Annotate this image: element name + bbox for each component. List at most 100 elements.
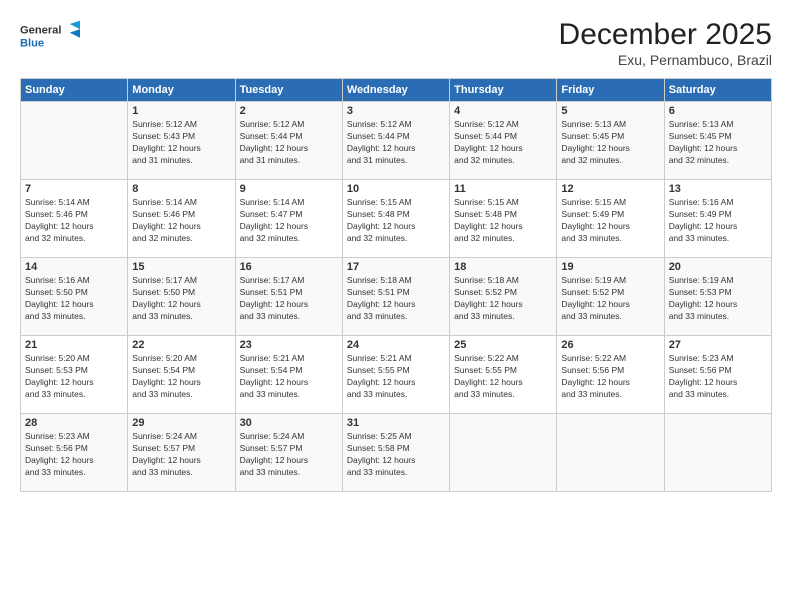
day-info: Sunrise: 5:19 AM Sunset: 5:53 PM Dayligh… (669, 275, 767, 323)
table-row: 28Sunrise: 5:23 AM Sunset: 5:56 PM Dayli… (21, 414, 128, 492)
table-row: 12 Sunrise: 5:15 AM Sunset: 5:49 PM Dayli… (557, 180, 664, 258)
table-row: 30 Sunrise: 5:24 AM Sunset: 5:57 PM Dayli… (235, 414, 342, 492)
day-number: 29 (132, 417, 230, 429)
day-info: Sunrise: 5:24 AM Sunset: 5:57 PM Dayligh… (132, 431, 230, 479)
day-info: Sunrise: 5:12 AM Sunset: 5:44 PM Dayligh… (347, 119, 445, 167)
table-row: 21Sunrise: 5:20 AM Sunset: 5:53 PM Dayli… (21, 336, 128, 414)
day-info: Sunrise: 5:14 AM Sunset: 5:46 PM Dayligh… (132, 197, 230, 245)
table-row: 9Sunrise: 5:14 AM Sunset: 5:47 PM Daylig… (235, 180, 342, 258)
day-info: Sunrise: 5:15 AM Sunset: 5:48 PM Dayligh… (454, 197, 552, 245)
table-row: 1Sunrise: 5:12 AM Sunset: 5:43 PM Daylig… (128, 102, 235, 180)
table-row: 8 Sunrise: 5:14 AM Sunset: 5:46 PM Daylig… (128, 180, 235, 258)
table-row: 4Sunrise: 5:12 AM Sunset: 5:44 PM Daylig… (450, 102, 557, 180)
table-row (664, 414, 771, 492)
day-number: 18 (454, 261, 552, 273)
day-info: Sunrise: 5:17 AM Sunset: 5:51 PM Dayligh… (240, 275, 338, 323)
table-row: 13 Sunrise: 5:16 AM Sunset: 5:49 PM Dayli… (664, 180, 771, 258)
page: General Blue December 2025 Exu, Pernambu… (0, 0, 792, 612)
day-number: 26 (561, 339, 659, 351)
day-info: Sunrise: 5:17 AM Sunset: 5:50 PM Dayligh… (132, 275, 230, 323)
day-info: Sunrise: 5:14 AM Sunset: 5:46 PM Dayligh… (25, 197, 123, 245)
day-info: Sunrise: 5:23 AM Sunset: 5:56 PM Dayligh… (669, 353, 767, 401)
table-row: 11 Sunrise: 5:15 AM Sunset: 5:48 PM Dayli… (450, 180, 557, 258)
subtitle: Exu, Pernambuco, Brazil (559, 52, 772, 68)
day-info: Sunrise: 5:20 AM Sunset: 5:54 PM Dayligh… (132, 353, 230, 401)
day-number: 15 (132, 261, 230, 273)
day-number: 10 (347, 183, 445, 195)
table-row: 18 Sunrise: 5:18 AM Sunset: 5:52 PM Dayli… (450, 258, 557, 336)
table-row: 26 Sunrise: 5:22 AM Sunset: 5:56 PM Dayli… (557, 336, 664, 414)
table-row: 22 Sunrise: 5:20 AM Sunset: 5:54 PM Dayli… (128, 336, 235, 414)
day-info: Sunrise: 5:19 AM Sunset: 5:52 PM Dayligh… (561, 275, 659, 323)
table-row: 19 Sunrise: 5:19 AM Sunset: 5:52 PM Dayli… (557, 258, 664, 336)
table-row: 31 Sunrise: 5:25 AM Sunset: 5:58 PM Dayli… (342, 414, 449, 492)
day-number: 21 (25, 339, 123, 351)
svg-text:General: General (20, 24, 61, 36)
table-row: 7 Sunrise: 5:14 AM Sunset: 5:46 PM Daylig… (21, 180, 128, 258)
day-info: Sunrise: 5:15 AM Sunset: 5:49 PM Dayligh… (561, 197, 659, 245)
day-info: Sunrise: 5:16 AM Sunset: 5:49 PM Dayligh… (669, 197, 767, 245)
header-wednesday: Wednesday (342, 79, 449, 102)
table-row: 20Sunrise: 5:19 AM Sunset: 5:53 PM Dayli… (664, 258, 771, 336)
day-info: Sunrise: 5:25 AM Sunset: 5:58 PM Dayligh… (347, 431, 445, 479)
day-info: Sunrise: 5:18 AM Sunset: 5:51 PM Dayligh… (347, 275, 445, 323)
table-row: 17 Sunrise: 5:18 AM Sunset: 5:51 PM Dayli… (342, 258, 449, 336)
day-info: Sunrise: 5:21 AM Sunset: 5:55 PM Dayligh… (347, 353, 445, 401)
day-info: Sunrise: 5:13 AM Sunset: 5:45 PM Dayligh… (561, 119, 659, 167)
month-title: December 2025 (559, 18, 772, 52)
day-number: 22 (132, 339, 230, 351)
day-info: Sunrise: 5:22 AM Sunset: 5:55 PM Dayligh… (454, 353, 552, 401)
day-number: 25 (454, 339, 552, 351)
day-info: Sunrise: 5:22 AM Sunset: 5:56 PM Dayligh… (561, 353, 659, 401)
day-number: 14 (25, 261, 123, 273)
day-number: 13 (669, 183, 767, 195)
table-row: 5 Sunrise: 5:13 AM Sunset: 5:45 PM Daylig… (557, 102, 664, 180)
table-row (21, 102, 128, 180)
day-number: 28 (25, 417, 123, 429)
day-number: 8 (132, 183, 230, 195)
day-number: 31 (347, 417, 445, 429)
day-info: Sunrise: 5:24 AM Sunset: 5:57 PM Dayligh… (240, 431, 338, 479)
header-row: Sunday Monday Tuesday Wednesday Thursday… (21, 79, 772, 102)
day-number: 11 (454, 183, 552, 195)
day-number: 12 (561, 183, 659, 195)
header-monday: Monday (128, 79, 235, 102)
week-row-1: 7 Sunrise: 5:14 AM Sunset: 5:46 PM Daylig… (21, 180, 772, 258)
day-number: 17 (347, 261, 445, 273)
header-thursday: Thursday (450, 79, 557, 102)
day-info: Sunrise: 5:12 AM Sunset: 5:44 PM Dayligh… (240, 119, 338, 167)
day-info: Sunrise: 5:13 AM Sunset: 5:45 PM Dayligh… (669, 119, 767, 167)
header-saturday: Saturday (664, 79, 771, 102)
logo: General Blue (20, 18, 80, 54)
table-row: 29 Sunrise: 5:24 AM Sunset: 5:57 PM Dayli… (128, 414, 235, 492)
day-info: Sunrise: 5:18 AM Sunset: 5:52 PM Dayligh… (454, 275, 552, 323)
day-number: 16 (240, 261, 338, 273)
day-number: 19 (561, 261, 659, 273)
day-number: 27 (669, 339, 767, 351)
day-info: Sunrise: 5:15 AM Sunset: 5:48 PM Dayligh… (347, 197, 445, 245)
calendar-body: 1Sunrise: 5:12 AM Sunset: 5:43 PM Daylig… (21, 102, 772, 492)
table-row: 10 Sunrise: 5:15 AM Sunset: 5:48 PM Dayli… (342, 180, 449, 258)
week-row-4: 28Sunrise: 5:23 AM Sunset: 5:56 PM Dayli… (21, 414, 772, 492)
svg-text:Blue: Blue (20, 37, 44, 49)
table-row (557, 414, 664, 492)
header: General Blue December 2025 Exu, Pernambu… (20, 18, 772, 68)
day-number: 30 (240, 417, 338, 429)
logo-svg: General Blue (20, 18, 80, 54)
week-row-0: 1Sunrise: 5:12 AM Sunset: 5:43 PM Daylig… (21, 102, 772, 180)
title-block: December 2025 Exu, Pernambuco, Brazil (559, 18, 772, 68)
day-number: 7 (25, 183, 123, 195)
day-info: Sunrise: 5:16 AM Sunset: 5:50 PM Dayligh… (25, 275, 123, 323)
table-row: 27 Sunrise: 5:23 AM Sunset: 5:56 PM Dayli… (664, 336, 771, 414)
day-number: 1 (132, 105, 230, 117)
table-row: 15 Sunrise: 5:17 AM Sunset: 5:50 PM Dayli… (128, 258, 235, 336)
day-number: 9 (240, 183, 338, 195)
header-tuesday: Tuesday (235, 79, 342, 102)
table-row: 3Sunrise: 5:12 AM Sunset: 5:44 PM Daylig… (342, 102, 449, 180)
day-number: 23 (240, 339, 338, 351)
table-row: 24Sunrise: 5:21 AM Sunset: 5:55 PM Dayli… (342, 336, 449, 414)
table-row: 14 Sunrise: 5:16 AM Sunset: 5:50 PM Dayli… (21, 258, 128, 336)
day-number: 5 (561, 105, 659, 117)
calendar-table: Sunday Monday Tuesday Wednesday Thursday… (20, 78, 772, 492)
week-row-2: 14 Sunrise: 5:16 AM Sunset: 5:50 PM Dayli… (21, 258, 772, 336)
